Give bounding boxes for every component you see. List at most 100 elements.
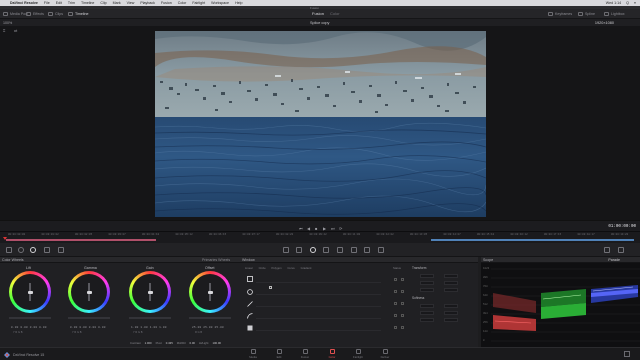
window-tab-curve[interactable]: Curve	[287, 266, 294, 270]
menu-color[interactable]: Color	[178, 1, 187, 5]
effects-button[interactable]: Effects	[26, 11, 44, 17]
scopes-icon[interactable]	[618, 247, 624, 253]
sizing-icon[interactable]	[364, 247, 370, 253]
info-icon[interactable]	[604, 247, 610, 253]
curve-window-icon[interactable]	[247, 313, 253, 319]
window-toggle-icon[interactable]	[394, 314, 397, 317]
offset-wheel[interactable]	[189, 271, 231, 313]
gradient-window-icon[interactable]	[247, 325, 253, 331]
gamma-values[interactable]: 0.00 0.00 0.00 0.00	[70, 326, 106, 329]
window-invert-icon[interactable]	[401, 290, 404, 293]
camera-raw-icon[interactable]	[6, 247, 12, 253]
project-manager-home-icon[interactable]	[624, 351, 630, 357]
gain-values[interactable]: 1.00 1.00 1.00 1.00	[131, 326, 167, 329]
page-tab-media[interactable]: Media	[241, 349, 265, 359]
gain-handle[interactable]	[147, 290, 153, 294]
wipe-icon[interactable]: ⇄	[14, 28, 17, 33]
zoom-dropdown[interactable]: 100%	[3, 21, 12, 25]
window-toggle-icon[interactable]	[394, 302, 397, 305]
lift-wheel[interactable]	[9, 271, 51, 313]
lightbox-button[interactable]: Lightbox	[604, 11, 625, 17]
menu-workspace[interactable]: Workspace	[211, 1, 229, 5]
menu-mark[interactable]: Mark	[113, 1, 121, 5]
menu-edit[interactable]: Edit	[56, 1, 62, 5]
window-toggle-icon[interactable]	[394, 326, 397, 329]
qualifier-icon[interactable]	[296, 247, 302, 253]
window-row-linear[interactable]	[256, 273, 381, 283]
transform-pan-field[interactable]	[420, 281, 434, 285]
menu-help[interactable]: Help	[235, 1, 242, 5]
viewer-area[interactable]: ⌗ ⇄	[0, 27, 640, 220]
lift-values[interactable]: 0.00 0.00 0.00 0.00	[11, 326, 47, 329]
offset-master-slider[interactable]	[189, 317, 231, 319]
inside-field[interactable]	[420, 318, 434, 322]
timeline-button[interactable]: Timeline	[68, 11, 88, 17]
transform-aspect-field[interactable]	[444, 274, 458, 278]
menu-fusion[interactable]: Fusion	[161, 1, 172, 5]
window-tab-gradient[interactable]: Gradient	[301, 266, 312, 270]
gamma-master-slider[interactable]	[68, 317, 110, 319]
linear-window-icon[interactable]	[247, 276, 253, 282]
window-tab-polygon[interactable]: Polygon	[272, 266, 282, 270]
page-tab-fusion[interactable]: Fusion	[293, 349, 317, 359]
menu-trim[interactable]: Trim	[68, 1, 75, 5]
menu-file[interactable]: File	[44, 1, 50, 5]
rgb-mixer-icon[interactable]	[44, 247, 50, 253]
blur-icon[interactable]	[337, 247, 343, 253]
softness-2-field[interactable]	[444, 304, 458, 308]
gamma-wheel[interactable]	[68, 271, 110, 313]
mode-fusion-tab[interactable]: Fusion	[312, 11, 324, 16]
lift-handle[interactable]	[27, 290, 33, 294]
timeline-ruler[interactable]: 00:00:00:00 00:00:01:02 00:00:02:05 00:00:0…	[0, 231, 640, 243]
transform-rotate-field[interactable]	[420, 288, 434, 292]
apple-icon[interactable]	[3, 1, 7, 5]
menu-fairlight[interactable]: Fairlight	[192, 1, 205, 5]
window-invert-icon[interactable]	[401, 302, 404, 305]
menu-clip[interactable]: Clip	[100, 1, 106, 5]
motion-effects-icon[interactable]	[58, 247, 64, 253]
polygon-window-icon[interactable]	[247, 301, 253, 307]
keyframes-button[interactable]: Keyframes	[548, 11, 572, 17]
outside-field[interactable]	[444, 318, 458, 322]
timeline-clip-bar-red[interactable]	[6, 239, 156, 241]
page-tab-deliver[interactable]: Deliver	[373, 349, 397, 359]
page-tab-fairlight[interactable]: Fairlight	[346, 349, 370, 359]
spline-button[interactable]: Spline	[578, 11, 595, 17]
window-tab-linear[interactable]: Linear	[245, 266, 253, 270]
page-tab-color[interactable]: Color	[320, 349, 344, 359]
transform-tilt-field[interactable]	[444, 281, 458, 285]
color-match-icon[interactable]	[18, 247, 24, 253]
window-toggle-icon[interactable]	[394, 290, 397, 293]
transform-opacity-field[interactable]	[444, 288, 458, 292]
gain-master-slider[interactable]	[129, 317, 171, 319]
softness-3-field[interactable]	[420, 311, 434, 315]
lift-master-slider[interactable]	[9, 317, 51, 319]
video-frame[interactable]	[155, 31, 486, 217]
3d-icon[interactable]	[378, 247, 384, 253]
window-tab-circle[interactable]: Circle	[259, 266, 266, 270]
offset-values[interactable]: 25.00 25.00 25.00	[192, 326, 224, 329]
menu-view[interactable]: View	[127, 1, 135, 5]
color-wheels-icon[interactable]	[30, 247, 36, 253]
page-tab-edit[interactable]: Edit	[267, 349, 291, 359]
key-icon[interactable]	[351, 247, 357, 253]
window-invert-icon[interactable]	[401, 278, 404, 281]
gain-wheel[interactable]	[129, 271, 171, 313]
clips-button[interactable]: Clips	[48, 11, 63, 17]
softness-1-field[interactable]	[420, 304, 434, 308]
circle-window-icon[interactable]	[247, 289, 253, 295]
curves-icon[interactable]	[283, 247, 289, 253]
window-toggle-icon[interactable]	[394, 278, 397, 281]
window-invert-icon[interactable]	[401, 314, 404, 317]
offset-handle[interactable]	[207, 290, 213, 294]
window-icon[interactable]	[310, 247, 316, 253]
window-row-polygon[interactable]	[256, 297, 381, 307]
viewer-options-icon[interactable]: ⌗	[3, 28, 5, 33]
menu-playback[interactable]: Playback	[140, 1, 155, 5]
window-row-curve[interactable]	[256, 309, 381, 319]
menu-timeline[interactable]: Timeline	[81, 1, 94, 5]
timeline-clip-bar-blue[interactable]	[431, 239, 634, 241]
spotlight-icon[interactable]: Q	[626, 1, 629, 5]
mode-color-tab[interactable]: Color	[330, 11, 340, 16]
transform-size-field[interactable]	[420, 274, 434, 278]
